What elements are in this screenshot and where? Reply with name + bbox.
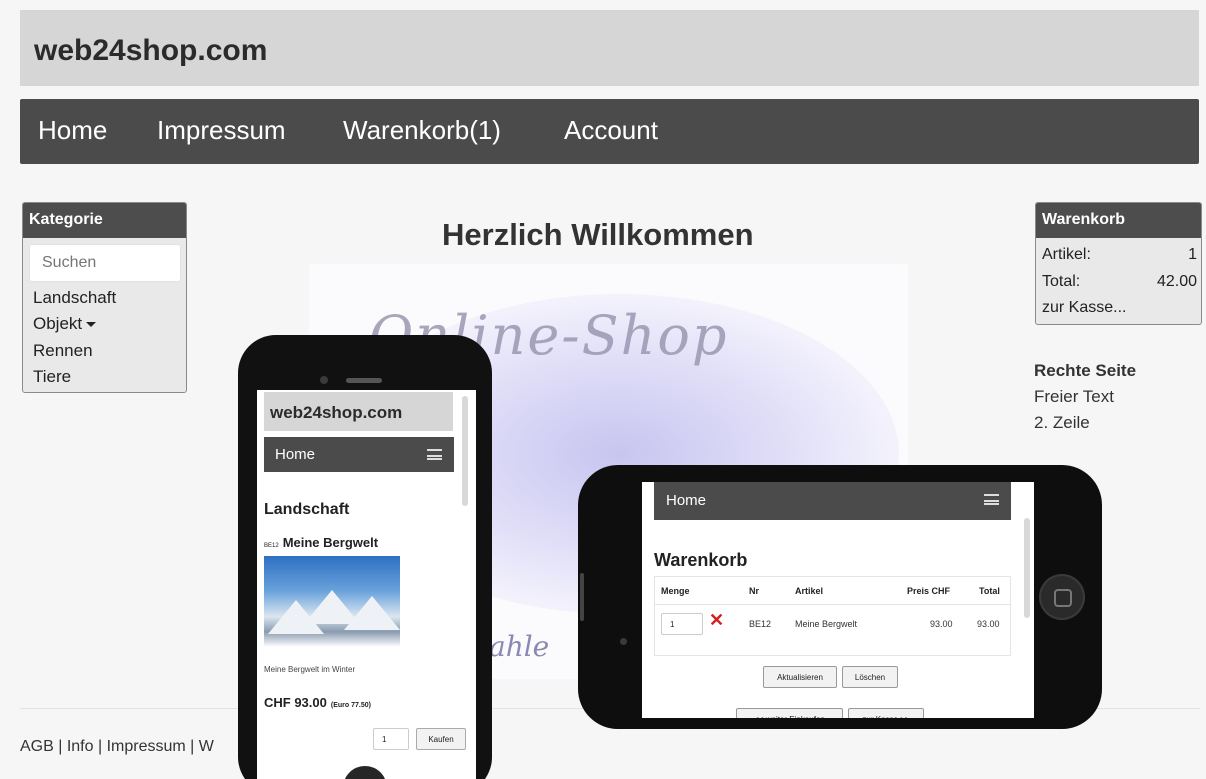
product-code: BE12 (264, 543, 279, 549)
col-artikel: Artikel (795, 586, 824, 596)
scrollbar[interactable] (1024, 518, 1030, 618)
category-panel: Kategorie Landschaft Objekt Rennen Tiere (22, 202, 187, 393)
mobile-site-title[interactable]: web24shop.com (264, 392, 453, 431)
table-divider (655, 604, 1010, 605)
col-menge: Menge (661, 586, 690, 596)
price-chf: CHF 93.00 (264, 695, 327, 710)
home-button-icon (1039, 574, 1085, 620)
cell-total: 93.00 (977, 619, 1000, 629)
cart-items-row: Artikel: 1 (1042, 246, 1197, 264)
search-input[interactable] (29, 244, 181, 282)
side-button (580, 573, 584, 621)
right-side-line1: Freier Text (1034, 387, 1114, 406)
product-caption: Meine Bergwelt im Winter (264, 665, 356, 674)
cart-heading: Warenkorb (654, 550, 748, 570)
col-preis: Preis CHF (907, 586, 951, 596)
category-rennen[interactable]: Rennen (33, 341, 93, 361)
phone-portrait-screen: web24shop.com Home Landschaft BE12 Meine … (257, 390, 476, 779)
right-side-line2: 2. Zeile (1034, 413, 1090, 432)
cell-preis: 93.00 (930, 619, 953, 629)
nav-warenkorb[interactable]: Warenkorb(1) (343, 115, 501, 146)
phone-landscape-screen: Home Warenkorb Menge Nr Artikel Preis CH… (642, 482, 1034, 718)
footer-links[interactable]: AGB | Info | Impressum | W (20, 738, 214, 756)
phone-portrait: web24shop.com Home Landschaft BE12 Meine … (238, 335, 492, 779)
product-price: CHF 93.00 (Euro 77.50) (264, 695, 371, 710)
price-euro: (Euro 77.50) (330, 702, 371, 709)
mobile-category-heading: Landschaft (264, 501, 350, 518)
cart-panel-title: Warenkorb (1036, 203, 1201, 238)
nav-home[interactable]: Home (38, 115, 107, 146)
site-title[interactable]: web24shop.com (34, 34, 267, 68)
welcome-heading: Herzlich Willkommen (442, 217, 754, 252)
cart-quantity-input[interactable]: 1 (661, 613, 703, 635)
continue-shopping-button[interactable]: << weiter Einkaufen (736, 708, 843, 718)
cart-items-label: Artikel: (1042, 246, 1091, 263)
checkout-button[interactable]: zur Kasse >> (848, 708, 924, 718)
delete-button[interactable]: Löschen (842, 666, 898, 688)
col-nr: Nr (749, 586, 760, 596)
update-button[interactable]: Aktualisieren (763, 666, 837, 688)
speaker-icon (346, 378, 382, 383)
phone-landscape: Home Warenkorb Menge Nr Artikel Preis CH… (578, 465, 1102, 729)
caret-down-icon (86, 322, 97, 328)
hamburger-menu-icon[interactable] (427, 449, 442, 460)
quantity-input[interactable]: 1 (373, 728, 409, 750)
remove-icon[interactable]: ✕ (709, 610, 724, 631)
cell-artikel: Meine Bergwelt (795, 619, 858, 629)
cart-table: Menge Nr Artikel Preis CHF Total 1 ✕ BE1… (654, 576, 1011, 656)
nav-impressum[interactable]: Impressum (157, 115, 286, 146)
cart-total-label: Total: (1042, 273, 1081, 290)
banner-foot-text: ahle (489, 630, 550, 663)
cart-total-row: Total: 42.00 (1042, 273, 1197, 291)
cell-nr: BE12 (749, 619, 772, 629)
col-total: Total (979, 586, 1000, 596)
checkout-link[interactable]: zur Kasse... (1042, 299, 1197, 317)
nav-account[interactable]: Account (564, 115, 658, 146)
product-name: Meine Bergwelt (282, 535, 379, 550)
category-tiere[interactable]: Tiere (33, 367, 71, 387)
mobile-nav: Home (654, 482, 1011, 520)
mobile-nav: Home (264, 437, 454, 472)
category-objekt[interactable]: Objekt (33, 314, 97, 334)
product-title: BE12 Meine Bergwelt (264, 535, 378, 550)
hamburger-menu-icon[interactable] (984, 494, 999, 505)
product-image[interactable] (264, 556, 400, 657)
site-header: web24shop.com (20, 10, 1199, 86)
category-objekt-label: Objekt (33, 314, 83, 333)
mountain-shape (344, 596, 400, 630)
camera-icon (320, 376, 328, 384)
cart-total-value: 42.00 (1156, 273, 1197, 290)
buy-button[interactable]: Kaufen (416, 728, 466, 750)
mobile-nav-home[interactable]: Home (666, 492, 706, 509)
category-landschaft[interactable]: Landschaft (33, 288, 116, 308)
cart-items-value: 1 (1188, 246, 1197, 263)
cart-panel: Warenkorb Artikel: 1 Total: 42.00 zur Ka… (1035, 202, 1202, 325)
right-side-title: Rechte Seite (1034, 361, 1137, 380)
mobile-nav-home[interactable]: Home (275, 446, 315, 463)
main-nav: Home Impressum Warenkorb(1) Account (20, 99, 1199, 164)
scrollbar[interactable] (462, 396, 468, 506)
right-side-box: Rechte Seite Freier Text 2. Zeile (1034, 358, 1136, 436)
camera-icon (620, 638, 627, 645)
category-panel-title: Kategorie (23, 203, 186, 238)
